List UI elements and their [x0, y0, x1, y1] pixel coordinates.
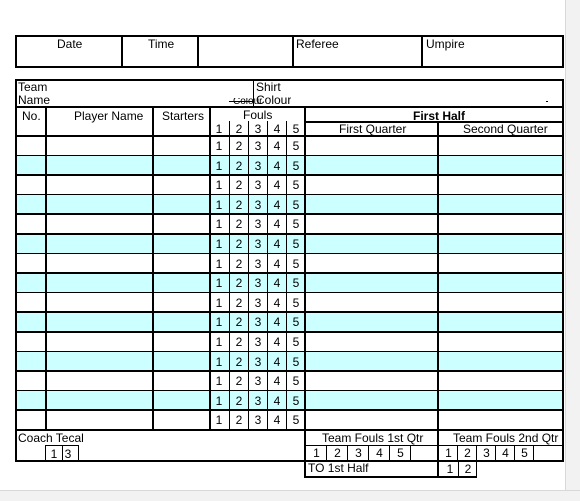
team-name-field[interactable]: [58, 81, 252, 106]
time-field[interactable]: [123, 50, 197, 66]
row-divider: [15, 252, 564, 255]
team-foul-box-label: 1: [313, 446, 320, 460]
team-foul-box-label: 4: [376, 446, 383, 460]
row-divider: [15, 174, 564, 176]
timeout-label: TO 1st Half: [308, 461, 369, 475]
team-foul-box-2[interactable]: 2: [327, 446, 348, 460]
team-fouls-2nd-label: Team Fouls 2nd Qtr: [453, 431, 559, 445]
team-foul-box-1[interactable]: 1: [306, 446, 327, 460]
team-foul-box-4[interactable]: 4: [496, 446, 515, 460]
divider: [15, 106, 564, 108]
foul-header-3: 3: [254, 122, 262, 136]
foul-header-1: 1: [215, 122, 223, 136]
date-field[interactable]: [17, 50, 121, 66]
blank-field[interactable]: [199, 37, 292, 66]
foul-header-2: 2: [235, 122, 243, 136]
col-player-name-header: Player Name: [74, 109, 144, 123]
row-divider: [15, 370, 564, 372]
row-divider: [15, 291, 564, 294]
divider: [15, 135, 564, 137]
row-divider: [15, 389, 564, 392]
foul-header-4: 4: [273, 122, 281, 136]
team-foul-box-label: 1: [445, 446, 452, 460]
coach-box-2-label: 3: [64, 447, 72, 461]
timeout-box-1[interactable]: 1: [439, 460, 459, 478]
team-foul-box-3[interactable]: 3: [348, 446, 369, 460]
timeout-box-2-label: 2: [464, 462, 472, 476]
row-divider: [15, 233, 564, 235]
team-foul-box-4[interactable]: 4: [369, 446, 390, 460]
team-foul-box-label: 5: [521, 446, 528, 460]
team-foul-box-label: 5: [397, 446, 404, 460]
foul-divider: [267, 121, 268, 429]
timeout-box-1-label: 1: [446, 462, 454, 476]
team-foul-box-3[interactable]: 3: [477, 446, 496, 460]
dot-mark: [546, 101, 548, 102]
page-margin-bottom: [0, 490, 580, 501]
row-divider: [15, 311, 564, 313]
col-no-header: No.: [22, 109, 41, 123]
team-foul-box-label: 2: [334, 446, 341, 460]
row-divider: [15, 193, 564, 196]
team-foul-box-label: 4: [502, 446, 509, 460]
team-foul-box-5[interactable]: 5: [390, 446, 411, 460]
col-starters-header: Starters: [162, 109, 205, 123]
foul-header-5: 5: [292, 122, 300, 136]
referee-field[interactable]: [294, 50, 421, 66]
row-divider: [15, 154, 564, 157]
team-foul-box-label: 3: [483, 446, 490, 460]
shirt-colour-field[interactable]: [300, 81, 562, 106]
row-divider: [15, 331, 564, 333]
team-fouls-1st-label: Team Fouls 1st Qtr: [322, 431, 424, 445]
coach-label: Coach Tecal: [18, 431, 84, 445]
team-foul-box-1[interactable]: 1: [439, 446, 458, 460]
team-foul-box-5[interactable]: 5: [515, 446, 534, 460]
row-divider: [15, 272, 564, 274]
team-foul-box-label: 3: [355, 446, 362, 460]
shirt-label-1: Shirt: [256, 80, 281, 94]
coach-box-2[interactable]: 3: [63, 445, 79, 461]
timeout-box-2[interactable]: 2: [459, 460, 477, 478]
umpire-field[interactable]: [423, 50, 562, 66]
shirt-label-2: Colour: [256, 94, 292, 106]
foul-divider: [248, 121, 249, 429]
row-divider: [15, 213, 564, 215]
page-margin-right: [565, 0, 580, 500]
row-divider: [15, 409, 564, 411]
team-foul-box-label: 2: [464, 446, 471, 460]
team-foul-box-2[interactable]: 2: [458, 446, 477, 460]
row-divider: [15, 350, 564, 353]
foul-divider: [286, 121, 287, 429]
foul-divider: [229, 121, 230, 429]
